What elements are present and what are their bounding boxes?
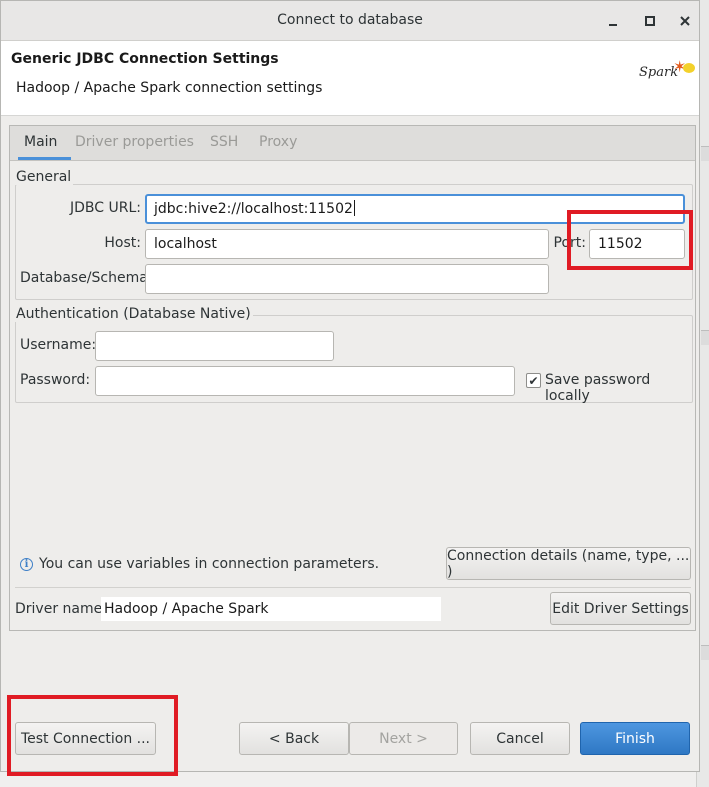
info-icon: i: [20, 558, 33, 571]
tab-proxy[interactable]: Proxy: [259, 134, 297, 150]
close-button[interactable]: [673, 9, 697, 33]
background-fragment: [701, 146, 709, 161]
authentication-legend: Authentication (Database Native): [14, 306, 253, 322]
password-field[interactable]: [95, 366, 515, 396]
active-tab-indicator: [18, 157, 71, 160]
variables-hint: You can use variables in connection para…: [39, 556, 380, 572]
background-fragment: [701, 330, 709, 345]
minimize-button[interactable]: [601, 9, 625, 33]
connect-dialog: Connect to database Generic JDBC Connect…: [0, 0, 700, 772]
separator: [15, 587, 691, 588]
database-field[interactable]: [145, 264, 549, 294]
host-label: Host:: [104, 235, 141, 251]
save-password-label[interactable]: Save password locally: [545, 372, 695, 404]
username-field[interactable]: [95, 331, 334, 361]
settings-panel: Main Driver properties SSH Proxy General…: [9, 125, 696, 631]
jdbc-url-label: JDBC URL:: [70, 200, 141, 216]
close-icon: [680, 16, 690, 26]
text-caret: [353, 200, 355, 216]
save-password-checkbox[interactable]: ✔: [526, 373, 541, 388]
edit-driver-settings-button[interactable]: Edit Driver Settings: [550, 592, 691, 625]
driver-name-label: Driver name:: [15, 601, 107, 617]
next-button[interactable]: Next >: [349, 722, 458, 755]
title-bar[interactable]: Connect to database: [1, 1, 699, 41]
tab-ssh[interactable]: SSH: [210, 134, 238, 150]
tab-main[interactable]: Main: [24, 134, 57, 150]
connection-details-button[interactable]: Connection details (name, type, ... ): [446, 547, 691, 580]
settings-subtitle: Hadoop / Apache Spark connection setting…: [16, 80, 323, 96]
host-field[interactable]: localhost: [145, 229, 549, 259]
username-label: Username:: [20, 337, 97, 353]
driver-name-value: Hadoop / Apache Spark: [101, 597, 441, 621]
window-title: Connect to database: [277, 12, 423, 28]
tab-bar: Main Driver properties SSH Proxy: [10, 126, 695, 161]
jdbc-url-value: jdbc:hive2://localhost:11502: [154, 201, 353, 217]
general-legend: General: [14, 169, 74, 185]
back-button[interactable]: < Back: [239, 722, 349, 755]
minimize-icon: [609, 24, 617, 26]
database-label: Database/Schema:: [20, 270, 153, 286]
finish-button[interactable]: Finish: [580, 722, 690, 755]
settings-title: Generic JDBC Connection Settings: [11, 51, 279, 67]
maximize-button[interactable]: [638, 9, 662, 33]
test-connection-button[interactable]: Test Connection ...: [15, 722, 156, 755]
spark-logo: Spark ✶: [639, 57, 697, 85]
background-fragment: [701, 645, 709, 660]
password-label: Password:: [20, 372, 91, 388]
hive-bee-icon: [683, 63, 695, 73]
maximize-icon: [645, 16, 655, 26]
dialog-header: Generic JDBC Connection Settings Hadoop …: [1, 41, 699, 116]
cancel-button[interactable]: Cancel: [470, 722, 570, 755]
port-field[interactable]: 11502: [589, 229, 685, 259]
jdbc-url-field[interactable]: jdbc:hive2://localhost:11502: [145, 194, 685, 224]
port-label: Port:: [553, 235, 586, 251]
tab-driver-properties[interactable]: Driver properties: [75, 134, 194, 150]
